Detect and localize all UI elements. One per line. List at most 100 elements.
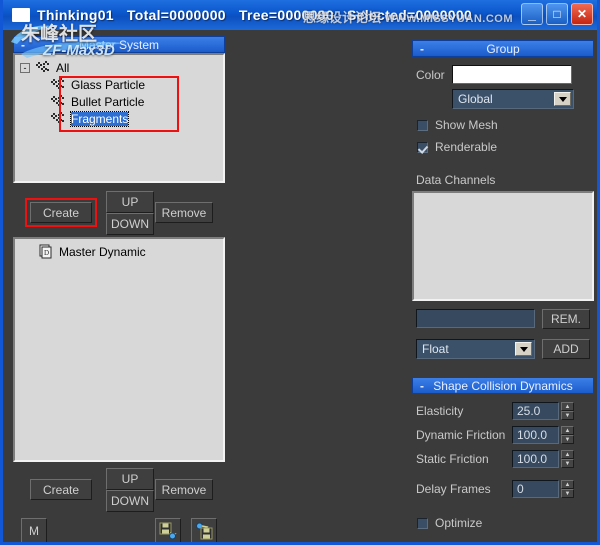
- save-to-file-button[interactable]: [155, 518, 181, 542]
- checkbox-box[interactable]: [417, 119, 428, 131]
- spinner-up-icon[interactable]: ▲: [561, 402, 574, 411]
- spinner-down-icon[interactable]: ▼: [561, 435, 574, 444]
- window-title: Thinking01: [37, 7, 114, 23]
- particle-icon: [51, 112, 64, 123]
- dynamic-friction-spinner[interactable]: 100.0 ▲ ▼: [512, 426, 574, 444]
- left-panel: - Master System - All Glass Particle Bul…: [13, 36, 225, 542]
- particle-icon: [51, 78, 64, 89]
- data-channel-name-input[interactable]: [416, 309, 535, 328]
- elasticity-spinner[interactable]: 25.0 ▲ ▼: [512, 402, 574, 420]
- title-bar-text: Thinking01 Total=0000000 Tree=0000000 Selec…: [37, 7, 485, 23]
- delay-frames-row: Delay Frames 0 ▲ ▼: [412, 480, 594, 504]
- load-from-file-button[interactable]: [191, 518, 217, 542]
- spinner-down-icon[interactable]: ▼: [561, 411, 574, 420]
- save-to-file-icon: [159, 522, 177, 540]
- elasticity-label: Elasticity: [416, 404, 464, 418]
- tree-item-label: Bullet Particle: [71, 94, 145, 109]
- renderable-label: Renderable: [435, 140, 498, 154]
- checkbox-box[interactable]: [417, 517, 428, 529]
- maximize-button[interactable]: □: [546, 3, 568, 25]
- create-button-system[interactable]: Create: [30, 202, 92, 223]
- elasticity-value: 25.0: [517, 404, 541, 418]
- stat-selected: Selected=0000000: [346, 7, 473, 23]
- spinner-up-icon[interactable]: ▲: [561, 480, 574, 489]
- tree-item-glass-particle[interactable]: Glass Particle: [18, 76, 220, 93]
- down-button-system[interactable]: DOWN: [106, 213, 154, 235]
- static-friction-value: 100.0: [517, 452, 548, 466]
- optimize-checkbox[interactable]: Optimize: [417, 516, 594, 530]
- group-title: Group: [486, 42, 520, 56]
- elasticity-input[interactable]: 25.0: [512, 402, 559, 420]
- color-label: Color: [416, 68, 445, 82]
- list-item[interactable]: D Master Dynamic: [18, 243, 220, 260]
- spinner-up-icon[interactable]: ▲: [561, 426, 574, 435]
- create-button-dynamic[interactable]: Create: [30, 479, 92, 500]
- tree-item-all[interactable]: - All: [18, 59, 220, 76]
- add-button[interactable]: ADD: [542, 339, 590, 359]
- group-collapse-icon[interactable]: -: [420, 41, 424, 58]
- show-mesh-label: Show Mesh: [435, 118, 498, 132]
- window-controls: _ □ ✕: [521, 3, 593, 25]
- data-channels-list[interactable]: [412, 191, 594, 301]
- stat-total: Total=0000000: [126, 7, 226, 23]
- static-friction-spinner[interactable]: 100.0 ▲ ▼: [512, 450, 574, 468]
- down-button-dynamic[interactable]: DOWN: [106, 490, 154, 512]
- up-button-system[interactable]: UP: [106, 191, 154, 213]
- master-system-tree[interactable]: - All Glass Particle Bullet Particle Fra…: [13, 53, 225, 183]
- up-button-dynamic[interactable]: UP: [106, 468, 154, 490]
- tree-item-bullet-particle[interactable]: Bullet Particle: [18, 93, 220, 110]
- right-panel: - Group Color Global Show Mesh Renderabl…: [412, 40, 594, 530]
- data-channel-name-row: REM.: [412, 309, 594, 333]
- group-header[interactable]: - Group: [412, 40, 594, 57]
- dynamic-button-row: Create UP DOWN Remove: [13, 468, 225, 514]
- dynamic-friction-input[interactable]: 100.0: [512, 426, 559, 444]
- expander-icon[interactable]: -: [20, 62, 30, 73]
- color-swatch[interactable]: [452, 65, 572, 84]
- list-item-label: Master Dynamic: [59, 244, 146, 259]
- tree-item-fragments[interactable]: Fragments: [18, 110, 220, 127]
- tree-item-label: All: [56, 60, 70, 75]
- dynamic-list[interactable]: D Master Dynamic: [13, 237, 225, 462]
- show-mesh-checkbox[interactable]: Show Mesh: [417, 118, 594, 132]
- data-channel-type-row: Float ADD: [412, 339, 594, 363]
- shape-collision-collapse-icon[interactable]: -: [420, 378, 424, 395]
- remove-button-system[interactable]: Remove: [155, 202, 213, 223]
- dynamic-friction-label: Dynamic Friction: [416, 428, 506, 442]
- static-friction-input[interactable]: 100.0: [512, 450, 559, 468]
- delay-frames-label: Delay Frames: [416, 482, 491, 496]
- spinner-up-icon[interactable]: ▲: [561, 450, 574, 459]
- dynamic-friction-value: 100.0: [517, 428, 548, 442]
- group-mode-value: Global: [458, 92, 493, 106]
- close-button[interactable]: ✕: [571, 3, 593, 25]
- chevron-down-icon[interactable]: [554, 92, 571, 106]
- master-system-button-row: Create UP DOWN Remove: [13, 191, 225, 237]
- delay-frames-spinner[interactable]: 0 ▲ ▼: [512, 480, 574, 498]
- minimize-button[interactable]: _: [521, 3, 543, 25]
- thinking-particles-window: Thinking01 Total=0000000 Tree=0000000 Selec…: [0, 0, 600, 545]
- svg-text:D: D: [44, 249, 49, 257]
- dynamic-tool-row: M: [13, 518, 225, 542]
- master-system-title: Master System: [78, 38, 159, 52]
- title-bar: Thinking01 Total=0000000 Tree=0000000 Selec…: [3, 0, 597, 30]
- maximize-icon: □: [553, 7, 561, 21]
- chevron-down-icon[interactable]: [515, 342, 532, 356]
- data-channel-type-select[interactable]: Float: [416, 339, 535, 359]
- remove-button-dynamic[interactable]: Remove: [155, 479, 213, 500]
- checkbox-box[interactable]: [417, 141, 428, 153]
- tree-item-label: Fragments: [69, 110, 130, 127]
- tree-item-label: Glass Particle: [71, 77, 146, 92]
- master-system-header[interactable]: - Master System: [13, 36, 225, 53]
- spinner-down-icon[interactable]: ▼: [561, 489, 574, 498]
- rem-button[interactable]: REM.: [542, 309, 590, 329]
- stat-tree: Tree=0000000: [238, 7, 334, 23]
- load-from-file-icon: [196, 522, 213, 540]
- m-button[interactable]: M: [21, 518, 47, 542]
- group-mode-select[interactable]: Global: [452, 89, 574, 109]
- data-channels-label: Data Channels: [416, 173, 496, 187]
- master-system-collapse-icon[interactable]: -: [21, 37, 25, 54]
- renderable-checkbox[interactable]: Renderable: [417, 140, 594, 154]
- delay-frames-input[interactable]: 0: [512, 480, 559, 498]
- minimize-icon: _: [528, 6, 536, 22]
- spinner-down-icon[interactable]: ▼: [561, 459, 574, 468]
- shape-collision-dynamics-header[interactable]: - Shape Collision Dynamics: [412, 377, 594, 394]
